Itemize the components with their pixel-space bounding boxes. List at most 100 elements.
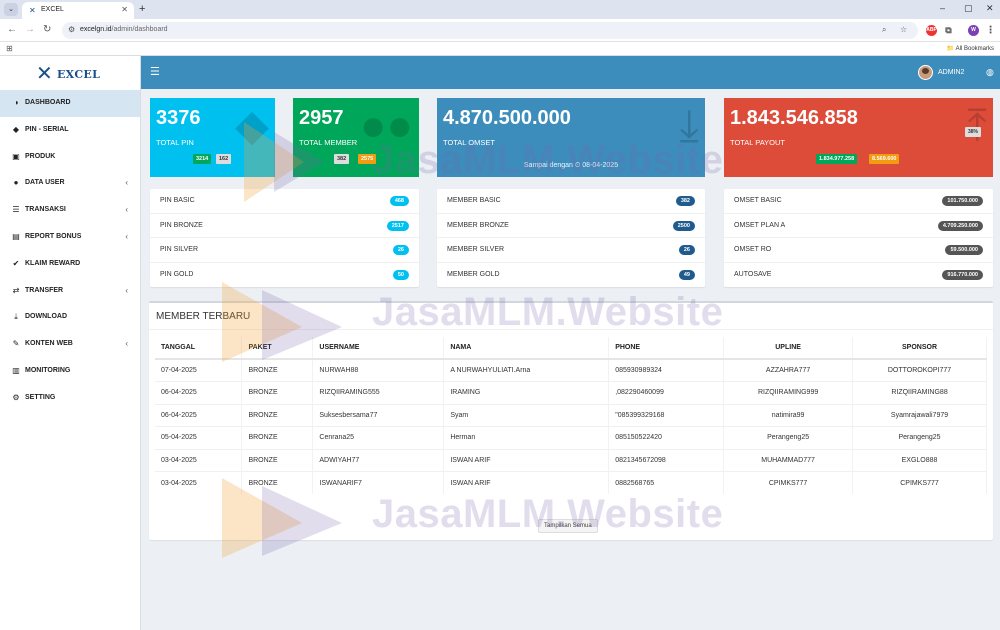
sidebar-item-label: TRANSFER: [25, 286, 64, 294]
list-item: MEMBER BRONZE 2500: [437, 214, 705, 238]
sidebar-item-monitoring[interactable]: ▥ MONITORING: [0, 358, 140, 385]
latest-members-title: MEMBER TERBARU: [156, 311, 251, 322]
globe-icon[interactable]: ◍: [986, 67, 994, 78]
sidebar-item-produk[interactable]: ▣ PRODUK: [0, 144, 140, 171]
window-close-icon[interactable]: ✕: [986, 3, 994, 14]
stat-chip: 162: [216, 154, 232, 164]
stat-label: TOTAL PAYOUT: [730, 138, 786, 147]
back-icon[interactable]: ←: [7, 24, 17, 36]
profile-avatar-icon[interactable]: W: [968, 25, 979, 36]
table-cell: EXGLO888: [852, 448, 987, 472]
reload-icon[interactable]: ↻: [43, 24, 51, 36]
bookmark-star-icon[interactable]: ☆: [900, 25, 907, 34]
tag-icon: ◆: [12, 124, 20, 134]
column-header[interactable]: NAMA: [443, 337, 610, 360]
stat-value: 3376: [156, 107, 201, 129]
list-item: MEMBER BASIC 382: [437, 189, 705, 214]
list-item: PIN BASIC 468: [150, 189, 419, 214]
extensions-puzzle-icon[interactable]: ⧉: [943, 25, 954, 36]
table-cell: CPIMKS777: [852, 471, 987, 494]
list-item-label: PIN SILVER: [160, 246, 198, 253]
tab-search-button[interactable]: ⌄: [4, 3, 18, 16]
sidebar-item-download[interactable]: ⤓ DOWNLOAD: [0, 304, 140, 331]
user-name[interactable]: ADMIN2: [938, 69, 964, 76]
column-header[interactable]: PAKET: [241, 337, 314, 360]
list-item: OMSET BASIC 101.750.000: [724, 189, 993, 214]
list-item-label: OMSET RO: [734, 246, 772, 253]
sidebar-item-pin-serial[interactable]: ◆ PIN - SERIAL: [0, 117, 140, 144]
list-item-label: MEMBER BRONZE: [447, 221, 509, 229]
sidebar-item-klaim-reward[interactable]: ✔ KLAIM REWARD: [0, 251, 140, 278]
divider: [149, 329, 993, 330]
site-info-icon[interactable]: ⚙: [68, 25, 75, 34]
table-row: 06-04-2025 BRONZE Suksesbersama77 Syam "0853…: [155, 403, 987, 427]
chevron-left-icon: ‹: [125, 205, 128, 215]
show-all-button[interactable]: Tampilkan Semua: [538, 519, 598, 533]
download-icon: ⤓: [679, 101, 699, 150]
user-avatar[interactable]: [918, 65, 933, 80]
sidebar-item-setting[interactable]: ⚙ SETTING: [0, 385, 140, 412]
count-badge: 2517: [386, 220, 409, 231]
table-cell: DOTTOROKOPI777: [852, 358, 987, 382]
table-cell: MUHAMMAD777: [723, 448, 854, 472]
browser-menu-icon[interactable]: ⋮: [985, 25, 996, 36]
table-cell: 085150522420: [608, 426, 725, 449]
table-cell: 0821345672098: [608, 448, 725, 472]
count-badge: 468: [389, 196, 409, 206]
sidebar-item-konten-web[interactable]: ✎ KONTEN WEB ‹: [0, 331, 140, 358]
table-cell: BRONZE: [241, 426, 314, 449]
sidebar-item-transfer[interactable]: ⇄ TRANSFER ‹: [0, 278, 140, 305]
sidebar-item-label: REPORT BONUS: [25, 232, 82, 240]
table-cell: 0882568765: [608, 471, 725, 494]
column-header[interactable]: USERNAME: [312, 337, 445, 360]
browser-tab[interactable]: ✕ EXCEL ✕: [22, 2, 134, 19]
sidebar-item-label: PRODUK: [25, 152, 56, 160]
stat-date-footer: Sampai dengan ⏲ 08-04-2025: [523, 162, 619, 169]
table-cell: ISWANARIF7: [312, 471, 445, 494]
column-header[interactable]: SPONSOR: [852, 337, 987, 360]
sidebar-item-transaksi[interactable]: ☰ TRANSAKSI ‹: [0, 197, 140, 224]
column-header[interactable]: PHONE: [608, 337, 725, 360]
close-icon[interactable]: ✕: [121, 5, 128, 14]
edit-icon: ✎: [12, 339, 20, 349]
table-cell: Cenrana25: [312, 426, 445, 449]
table-cell: BRONZE: [241, 448, 314, 472]
check-icon: ✔: [12, 258, 20, 268]
apps-grid-icon[interactable]: ⊞: [6, 44, 13, 53]
sidebar-item-dashboard[interactable]: ◑ DASHBOARD: [0, 90, 140, 117]
list-item-label: OMSET BASIC: [734, 197, 782, 204]
sidebar-item-label: KONTEN WEB: [25, 340, 73, 348]
column-header[interactable]: TANGGAL: [155, 337, 243, 360]
table-cell: ADWIYAH77: [312, 448, 445, 472]
table-cell: 03-04-2025: [155, 471, 243, 494]
count-badge: 26: [392, 245, 409, 255]
minimize-icon[interactable]: –: [940, 3, 945, 13]
tag-icon: ◆: [235, 101, 269, 150]
stat-label: TOTAL PIN: [156, 138, 194, 147]
list-icon: ☰: [12, 205, 20, 215]
new-tab-button[interactable]: +: [139, 3, 145, 15]
extension-adblock-icon[interactable]: ABP: [926, 25, 937, 36]
excel-logo[interactable]: ✕ EXCEL: [0, 60, 141, 88]
sidebar-item-report-bonus[interactable]: ▤ REPORT BONUS ‹: [0, 224, 140, 251]
sidebar: ✕ EXCEL ◑ DASHBOARD ◆ PIN - SERIAL ▣ PRODUK ● D…: [0, 56, 141, 630]
url-input[interactable]: ⚙ excelgn.id/admin/dashboard ⌕ ☆: [62, 22, 918, 39]
sidebar-toggle-icon[interactable]: ☰: [150, 66, 160, 78]
zoom-icon[interactable]: ⌕: [882, 25, 886, 35]
count-badge: 4.709.250.000: [937, 220, 983, 231]
table-cell: RIZQIIRAMING555: [312, 381, 445, 404]
forward-icon[interactable]: →: [25, 24, 35, 36]
count-badge: 26: [678, 245, 695, 255]
pin-list: PIN BASIC 468 PIN BRONZE 2517 PIN SILVER 26 PI…: [150, 189, 419, 287]
all-bookmarks-link[interactable]: 📁 All Bookmarks: [947, 45, 994, 52]
list-item-label: PIN BASIC: [160, 197, 195, 204]
list-item: MEMBER SILVER 26: [437, 238, 705, 263]
column-header[interactable]: UPLINE: [723, 337, 854, 360]
table-cell: ,082290460099: [608, 381, 725, 404]
table-cell: A NURWAHYULIATI.Arna: [443, 358, 610, 382]
maximize-icon[interactable]: ▢: [964, 3, 973, 14]
table-row: 03-04-2025 BRONZE ISWANARIF7 ISWAN ARIF 0882…: [155, 471, 987, 494]
upload-icon: ⤒: [967, 101, 987, 150]
sidebar-item-label: KLAIM REWARD: [25, 259, 81, 267]
sidebar-item-data-user[interactable]: ● DATA USER ‹: [0, 170, 140, 197]
